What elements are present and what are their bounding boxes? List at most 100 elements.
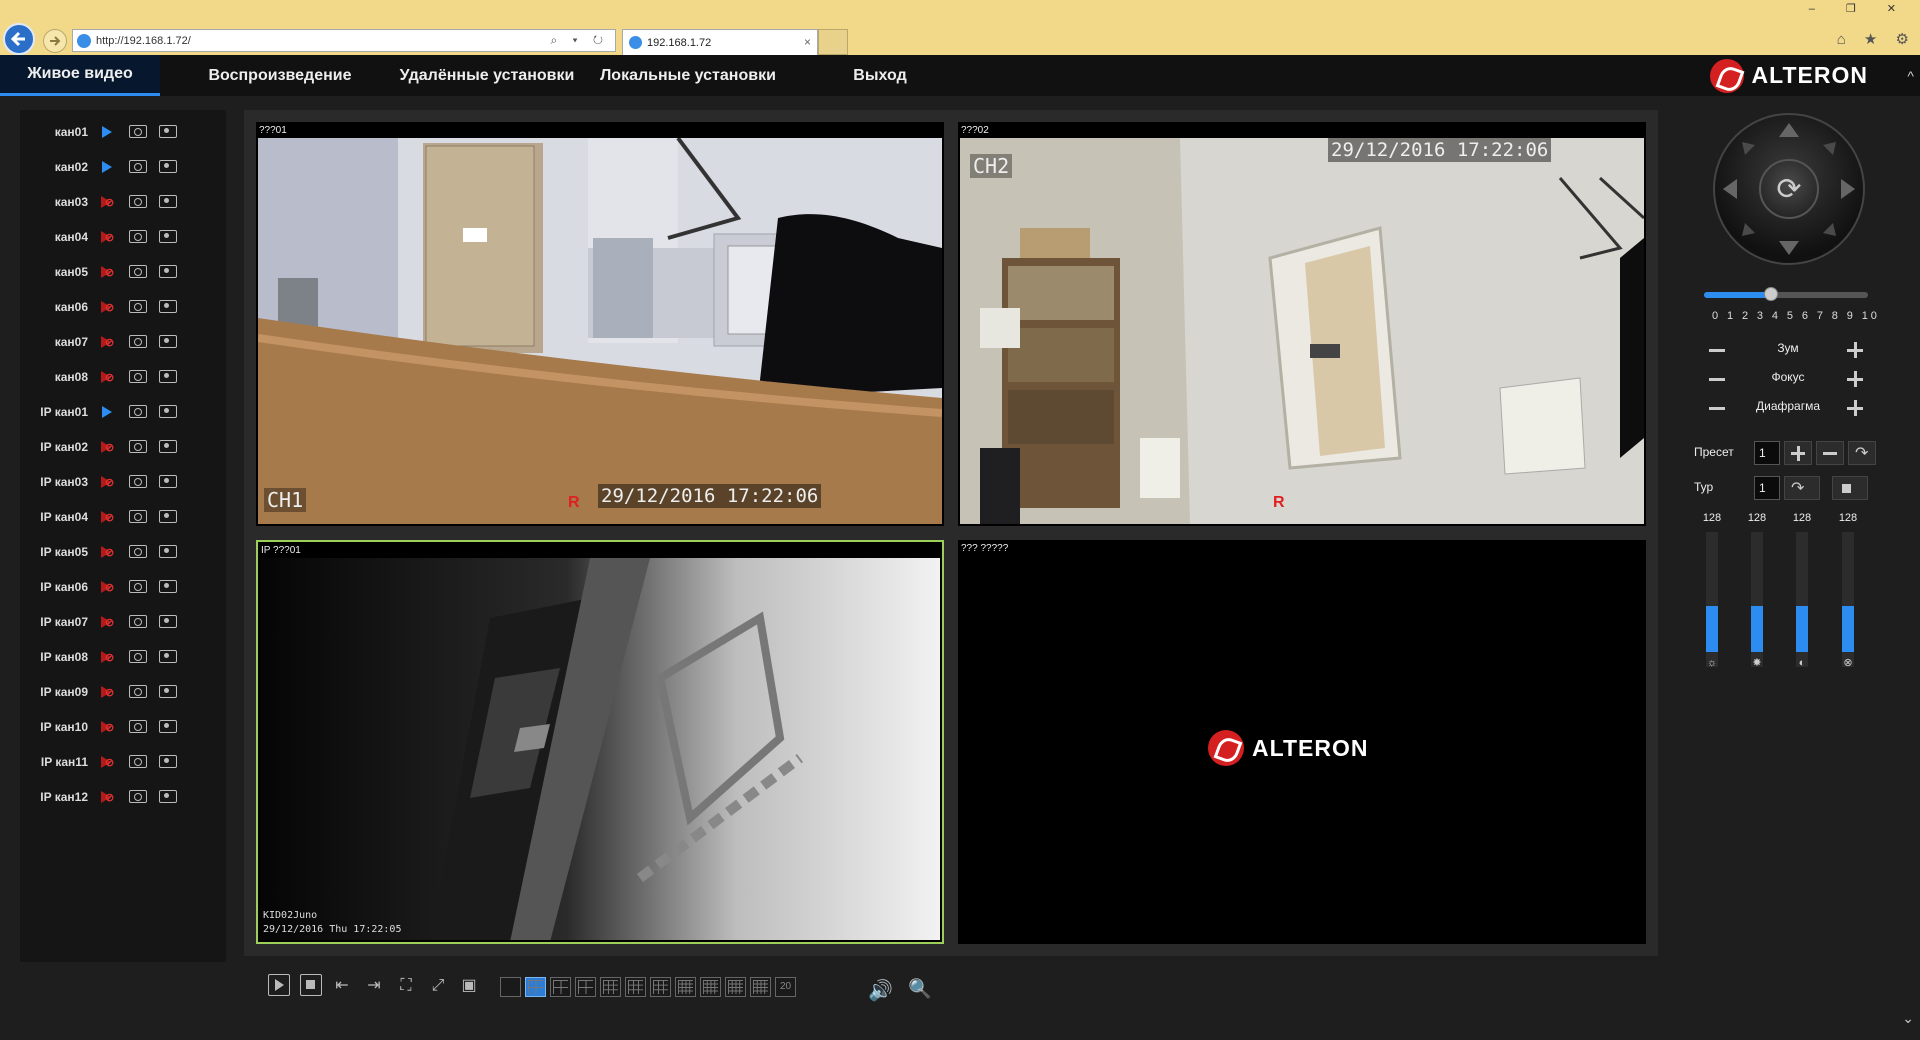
record-icon[interactable] [129,440,147,453]
snapshot-icon[interactable] [159,265,177,278]
add-preset-button[interactable] [1784,441,1812,465]
snapshot-icon[interactable] [159,685,177,698]
play-icon[interactable] [268,974,290,996]
play-icon[interactable] [98,123,120,141]
stop-icon[interactable] [300,974,322,996]
play-disabled-icon[interactable]: ⊘ [98,438,120,456]
play-disabled-icon[interactable]: ⊘ [98,578,120,596]
snapshot-icon[interactable] [159,405,177,418]
prev-screen-icon[interactable]: ⇤ [331,975,353,997]
focus-near-button[interactable] [1706,368,1728,390]
channel-row[interactable]: IP кан09 ⊘ [20,674,226,709]
snapshot-icon[interactable] [159,475,177,488]
snapshot-icon[interactable] [159,160,177,173]
tour-input[interactable]: 1 [1754,476,1780,500]
close-icon[interactable]: × [804,35,811,49]
tab-playback[interactable]: Воспроизведение [196,55,364,96]
address-tools[interactable]: ⌕ ▾ ↻ [550,33,609,48]
preset-input[interactable]: 1 [1754,441,1780,465]
record-icon[interactable] [129,405,147,418]
address-bar[interactable]: http://192.168.1.72/ ⌕ ▾ ↻ [72,29,616,52]
snapshot-icon[interactable] [159,370,177,383]
channel-row[interactable]: кан05 ⊘ [20,254,226,289]
channel-row[interactable]: IP кан05 ⊘ [20,534,226,569]
channel-row[interactable]: кан01 [20,114,226,149]
play-icon[interactable] [98,403,120,421]
play-disabled-icon[interactable]: ⊘ [98,368,120,386]
channel-row[interactable]: IP кан08 ⊘ [20,639,226,674]
restore-size-icon[interactable]: ⤢ [427,975,449,997]
record-icon[interactable] [129,160,147,173]
zoom-in-button[interactable] [1844,339,1866,361]
ptz-auto-scan-button[interactable]: ⟳ [1759,159,1819,219]
iris-open-button[interactable] [1844,397,1866,419]
layout-16b-button[interactable] [700,977,721,997]
forward-button[interactable] [43,29,67,53]
video-pane-1[interactable]: ???01 CH1 R 29/12/2016 17:22:06 [256,122,944,526]
play-disabled-icon[interactable]: ⊘ [98,788,120,806]
channel-row[interactable]: IP кан01 [20,394,226,429]
zoom-out-button[interactable] [1706,339,1728,361]
layout-8-button[interactable] [575,977,596,997]
record-icon[interactable] [129,300,147,313]
layout-13-button[interactable] [650,977,671,997]
focus-far-button[interactable] [1844,368,1866,390]
channel-row[interactable]: кан07 ⊘ [20,324,226,359]
record-icon[interactable] [129,195,147,208]
layout-settings-icon[interactable]: ▣ [458,975,480,997]
channel-row[interactable]: IP кан12 ⊘ [20,779,226,814]
snapshot-icon[interactable] [159,125,177,138]
ptz-joystick[interactable]: ⟳ [1713,113,1865,265]
new-tab-button[interactable] [818,29,848,55]
snapshot-icon[interactable] [159,615,177,628]
snapshot-icon[interactable] [159,580,177,593]
layout-17-button[interactable] [725,977,746,997]
record-icon[interactable] [129,510,147,523]
record-icon[interactable] [129,265,147,278]
channel-row[interactable]: IP кан10 ⊘ [20,709,226,744]
window-controls[interactable]: – ❐ ✕ [1809,2,1910,15]
record-icon[interactable] [129,580,147,593]
record-icon[interactable] [129,370,147,383]
layout-20-button[interactable]: 20 [775,977,796,997]
iris-close-button[interactable] [1706,397,1728,419]
fullscreen-icon[interactable]: ⛶ [395,975,417,997]
next-screen-icon[interactable]: ⇥ [363,975,385,997]
image-adjust-slider[interactable]: 128 ◐ [1782,512,1822,672]
play-icon[interactable] [98,158,120,176]
start-tour-button[interactable] [1784,476,1820,500]
play-disabled-icon[interactable]: ⊘ [98,193,120,211]
record-icon[interactable] [129,230,147,243]
play-disabled-icon[interactable]: ⊘ [98,648,120,666]
record-icon[interactable] [129,720,147,733]
channel-row[interactable]: кан04 ⊘ [20,219,226,254]
play-disabled-icon[interactable]: ⊘ [98,333,120,351]
layout-10-button[interactable] [625,977,646,997]
record-icon[interactable] [129,545,147,558]
layout-16-button[interactable] [675,977,696,997]
layout-6-button[interactable] [550,977,571,997]
snapshot-icon[interactable] [159,335,177,348]
layout-4-button[interactable] [525,977,546,997]
slider-thumb[interactable] [1764,287,1778,301]
play-disabled-icon[interactable]: ⊘ [98,228,120,246]
record-icon[interactable] [129,335,147,348]
browser-toolbar-icons[interactable]: ⌂ ★ ⚙ [1837,30,1916,48]
scroll-up-icon[interactable]: ^ [1907,68,1914,84]
channel-row[interactable]: IP кан04 ⊘ [20,499,226,534]
channel-row[interactable]: кан03 ⊘ [20,184,226,219]
channel-row[interactable]: IP кан07 ⊘ [20,604,226,639]
tab-remote-settings[interactable]: Удалённые установки [392,55,582,96]
channel-row[interactable]: кан08 ⊘ [20,359,226,394]
layout-1-button[interactable] [500,977,521,997]
channel-row[interactable]: IP кан02 ⊘ [20,429,226,464]
adjust-track[interactable] [1751,532,1763,667]
record-icon[interactable] [129,685,147,698]
goto-preset-button[interactable] [1848,441,1876,465]
snapshot-icon[interactable] [159,755,177,768]
image-adjust-slider[interactable]: 128 ⊗ [1828,512,1868,672]
tab-local-settings[interactable]: Локальные установки [594,55,782,96]
channel-row[interactable]: IP кан11 ⊘ [20,744,226,779]
record-icon[interactable] [129,615,147,628]
play-disabled-icon[interactable]: ⊘ [98,613,120,631]
